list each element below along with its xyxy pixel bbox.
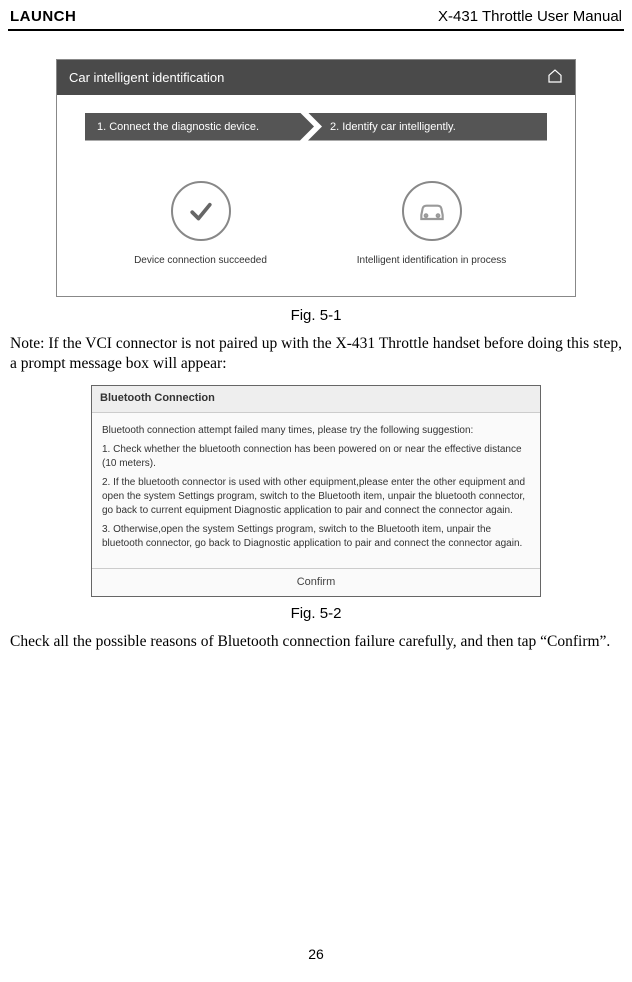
header-title: X-431 Throttle User Manual xyxy=(438,8,622,25)
paragraph-note: Note: If the VCI connector is not paired… xyxy=(10,334,622,376)
dialog-intro: Bluetooth connection attempt failed many… xyxy=(102,424,530,438)
app-body: 1. Connect the diagnostic device. 2. Ide… xyxy=(57,95,575,296)
step-2: 2. Identify car intelligently. xyxy=(308,113,547,141)
header-divider xyxy=(8,29,624,31)
dialog-item-1: 1. Check whether the bluetooth connectio… xyxy=(102,443,530,471)
figure-5-2-caption: Fig. 5-2 xyxy=(10,605,622,622)
page-header: LAUNCH X-431 Throttle User Manual xyxy=(0,0,632,29)
status-icons-row xyxy=(85,181,547,241)
status-label-2: Intelligent identification in process xyxy=(316,255,547,266)
dialog-item-3: 3. Otherwise,open the system Settings pr… xyxy=(102,523,530,551)
figure-5-1-caption: Fig. 5-1 xyxy=(10,307,622,324)
app-titlebar: Car intelligent identification xyxy=(57,60,575,95)
figure-5-1-screenshot: Car intelligent identification 1. Connec… xyxy=(56,59,576,297)
paragraph-check: Check all the possible reasons of Blueto… xyxy=(10,632,622,653)
status-labels-row: Device connection succeeded Intelligent … xyxy=(85,255,547,266)
page-number: 26 xyxy=(0,946,632,962)
dialog-title: Bluetooth Connection xyxy=(92,386,540,412)
status-label-1: Device connection succeeded xyxy=(85,255,316,266)
home-icon[interactable] xyxy=(547,68,563,87)
confirm-button[interactable]: Confirm xyxy=(92,568,540,596)
dialog-body: Bluetooth connection attempt failed many… xyxy=(92,413,540,562)
car-icon xyxy=(402,181,462,241)
app-title: Car intelligent identification xyxy=(69,70,224,85)
figure-5-2-screenshot: Bluetooth Connection Bluetooth connectio… xyxy=(91,385,541,597)
dialog-item-2: 2. If the bluetooth connector is used wi… xyxy=(102,476,530,518)
header-brand: LAUNCH xyxy=(10,8,76,25)
step-1: 1. Connect the diagnostic device. xyxy=(85,113,314,141)
step-breadcrumb: 1. Connect the diagnostic device. 2. Ide… xyxy=(85,113,547,141)
checkmark-icon xyxy=(171,181,231,241)
